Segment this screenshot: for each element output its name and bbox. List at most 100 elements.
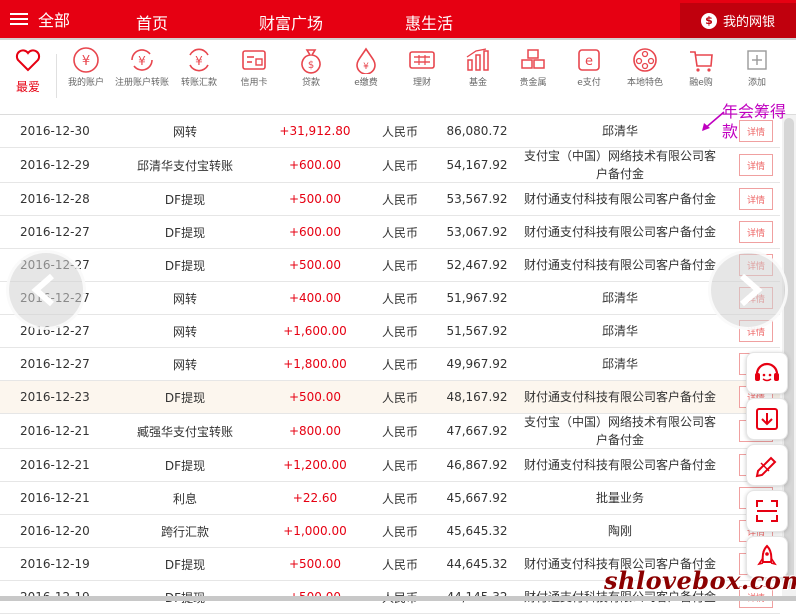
customer-service-button[interactable] xyxy=(746,352,788,394)
service-label: 基金 xyxy=(468,78,487,88)
transaction-currency: 人民币 xyxy=(381,291,418,306)
quick-service-bar: 最爱 ¥ 我的账户 ¥ 注册账户转账 ¥ 转账汇款 信用卡 $ 贷款 ¥ e缴费… xyxy=(0,40,796,115)
transaction-counterparty: 邱清华 xyxy=(601,124,638,138)
favorites-label: 最爱 xyxy=(15,80,40,94)
menu-all-button[interactable]: 全部 xyxy=(10,8,70,30)
transaction-row: 2016-12-27网转+400.00人民币51,967.92邱清华详情 xyxy=(0,282,780,315)
svg-text:¥: ¥ xyxy=(82,54,90,69)
service-fund[interactable]: 基金 xyxy=(450,46,506,89)
download-button[interactable] xyxy=(746,398,788,440)
transaction-amount: +1,200.00 xyxy=(283,458,347,472)
nav-wealth-plaza[interactable]: 财富广场 xyxy=(259,10,323,34)
transaction-description: 臧强华支付宝转账 xyxy=(136,424,233,439)
transaction-balance: 46,867.92 xyxy=(446,458,508,472)
transaction-date: 2016-12-28 xyxy=(20,192,90,206)
service-transfer-remit[interactable]: ¥ 转账汇款 xyxy=(171,46,227,89)
nav-home[interactable]: 首页 xyxy=(136,10,168,34)
transaction-description: 网转 xyxy=(172,291,197,306)
transaction-currency: 人民币 xyxy=(381,424,418,439)
service-registered-transfer[interactable]: ¥ 注册账户转账 xyxy=(114,46,170,89)
transaction-currency: 人民币 xyxy=(381,192,418,207)
transaction-row: 2016-12-27网转+1,800.00人民币49,967.92邱清华详情 xyxy=(0,348,780,381)
chevron-left-icon xyxy=(31,273,54,307)
transaction-currency: 人民币 xyxy=(381,491,418,506)
service-add[interactable]: 添加 xyxy=(729,46,785,89)
service-label: 本地特色 xyxy=(626,78,663,88)
transaction-row: 2016-12-27 DF提现 +600.00 人民币 53,067.92 财付通支付科技… xyxy=(0,216,780,249)
transaction-description: 邱清华支付宝转账 xyxy=(136,158,233,173)
service-local-special[interactable]: 本地特色 xyxy=(617,46,673,89)
transaction-currency: 人民币 xyxy=(381,458,418,473)
transaction-amount: +1,600.00 xyxy=(283,324,347,338)
transaction-amount: +1,000.00 xyxy=(283,524,347,538)
transaction-row: 2016-12-20 跨行汇款 +1,000.00 人民币 45,645.32 陶刚 详情 xyxy=(0,515,780,548)
transaction-balance: 49,967.92 xyxy=(446,357,508,371)
service-precious-metal[interactable]: 贵金属 xyxy=(505,46,561,89)
service-e-payment[interactable]: ¥ e缴费 xyxy=(338,46,394,89)
transaction-description: 网转 xyxy=(172,324,197,339)
drop-icon: ¥ xyxy=(356,47,376,74)
plus-box-icon xyxy=(747,50,767,70)
service-label: 贷款 xyxy=(301,78,320,88)
watermark-text: shlovebox.com xyxy=(604,566,796,595)
transaction-counterparty: 支付宝（中国）网络技术有限公司客户备付金 xyxy=(523,149,716,181)
nav-life[interactable]: 惠生活 xyxy=(405,10,453,34)
transaction-amount: +600.00 xyxy=(288,158,342,172)
service-label: 添加 xyxy=(747,78,766,88)
favorites-button[interactable]: 最爱 xyxy=(6,48,50,95)
calculator-icon xyxy=(409,51,435,69)
transaction-currency: 人民币 xyxy=(381,258,418,273)
service-label: e支付 xyxy=(577,78,601,88)
transaction-counterparty: 陶刚 xyxy=(607,524,632,538)
transaction-date: 2016-12-30 xyxy=(20,124,90,138)
transaction-row: 2016-12-21 臧强华支付宝转账 +800.00 人民币 47,667.92 支付宝… xyxy=(0,414,780,449)
detail-button[interactable]: 详情 xyxy=(739,154,773,176)
transaction-date: 2016-12-21 xyxy=(20,458,90,472)
service-label: 融e购 xyxy=(689,78,713,88)
transaction-amount: +500.00 xyxy=(288,390,342,404)
svg-text:$: $ xyxy=(308,60,314,71)
transaction-amount: +31,912.80 xyxy=(279,124,351,138)
e-pay-icon: e xyxy=(578,49,600,71)
money-bag-icon: $ xyxy=(700,12,717,29)
transaction-counterparty: 邱清华 xyxy=(601,357,638,371)
transaction-currency: 人民币 xyxy=(381,557,418,572)
yuan-circle-icon: ¥ xyxy=(73,47,99,73)
next-page-arrow[interactable] xyxy=(708,250,788,330)
service-wealth[interactable]: 理财 xyxy=(394,46,450,89)
detail-button[interactable]: 详情 xyxy=(739,188,773,210)
transaction-amount: +500.00 xyxy=(288,258,342,272)
transaction-row: 2016-12-28 DF提现 +500.00 人民币 53,567.92 财付通支付科技… xyxy=(0,183,780,216)
download-icon xyxy=(756,408,778,430)
gold-bars-icon xyxy=(521,49,545,69)
scan-button[interactable] xyxy=(746,490,788,532)
transaction-date: 2016-12-21 xyxy=(20,491,90,505)
service-label: 转账汇款 xyxy=(180,78,217,88)
top-nav-bar: 全部 首页 财富广场 惠生活 $ 我的网银 xyxy=(0,0,796,38)
prev-page-arrow[interactable] xyxy=(6,250,86,330)
favorites-separator xyxy=(56,54,57,98)
service-e-pay[interactable]: e e支付 xyxy=(561,46,617,89)
detail-button[interactable]: 详情 xyxy=(739,221,773,243)
service-credit-card[interactable]: 信用卡 xyxy=(226,46,282,89)
transaction-counterparty: 邱清华 xyxy=(601,324,638,338)
service-label: e缴费 xyxy=(354,78,378,88)
my-online-bank-button[interactable]: $ 我的网银 xyxy=(680,3,796,38)
transaction-date: 2016-12-29 xyxy=(20,158,90,172)
transaction-amount: +500.00 xyxy=(288,192,342,206)
headset-icon xyxy=(755,362,779,382)
service-my-account[interactable]: ¥ 我的账户 xyxy=(58,46,114,89)
film-reel-icon xyxy=(633,48,657,72)
service-e-shop[interactable]: 融e购 xyxy=(673,46,729,89)
service-label: 我的账户 xyxy=(67,78,104,88)
transaction-amount: +400.00 xyxy=(288,291,342,305)
transaction-amount: +600.00 xyxy=(288,225,342,239)
transaction-balance: 86,080.72 xyxy=(446,124,508,138)
transaction-description: DF提现 xyxy=(164,458,206,473)
service-label: 注册账户转账 xyxy=(114,78,169,88)
edit-button[interactable] xyxy=(746,444,788,486)
transaction-table: 2016-12-30 网转 +31,912.80 人民币 86,080.72 邱清华 详情 2… xyxy=(0,115,780,614)
transaction-currency: 人民币 xyxy=(381,524,418,539)
my-online-bank-label: 我的网银 xyxy=(722,15,775,30)
service-loan[interactable]: $ 贷款 xyxy=(283,46,339,89)
